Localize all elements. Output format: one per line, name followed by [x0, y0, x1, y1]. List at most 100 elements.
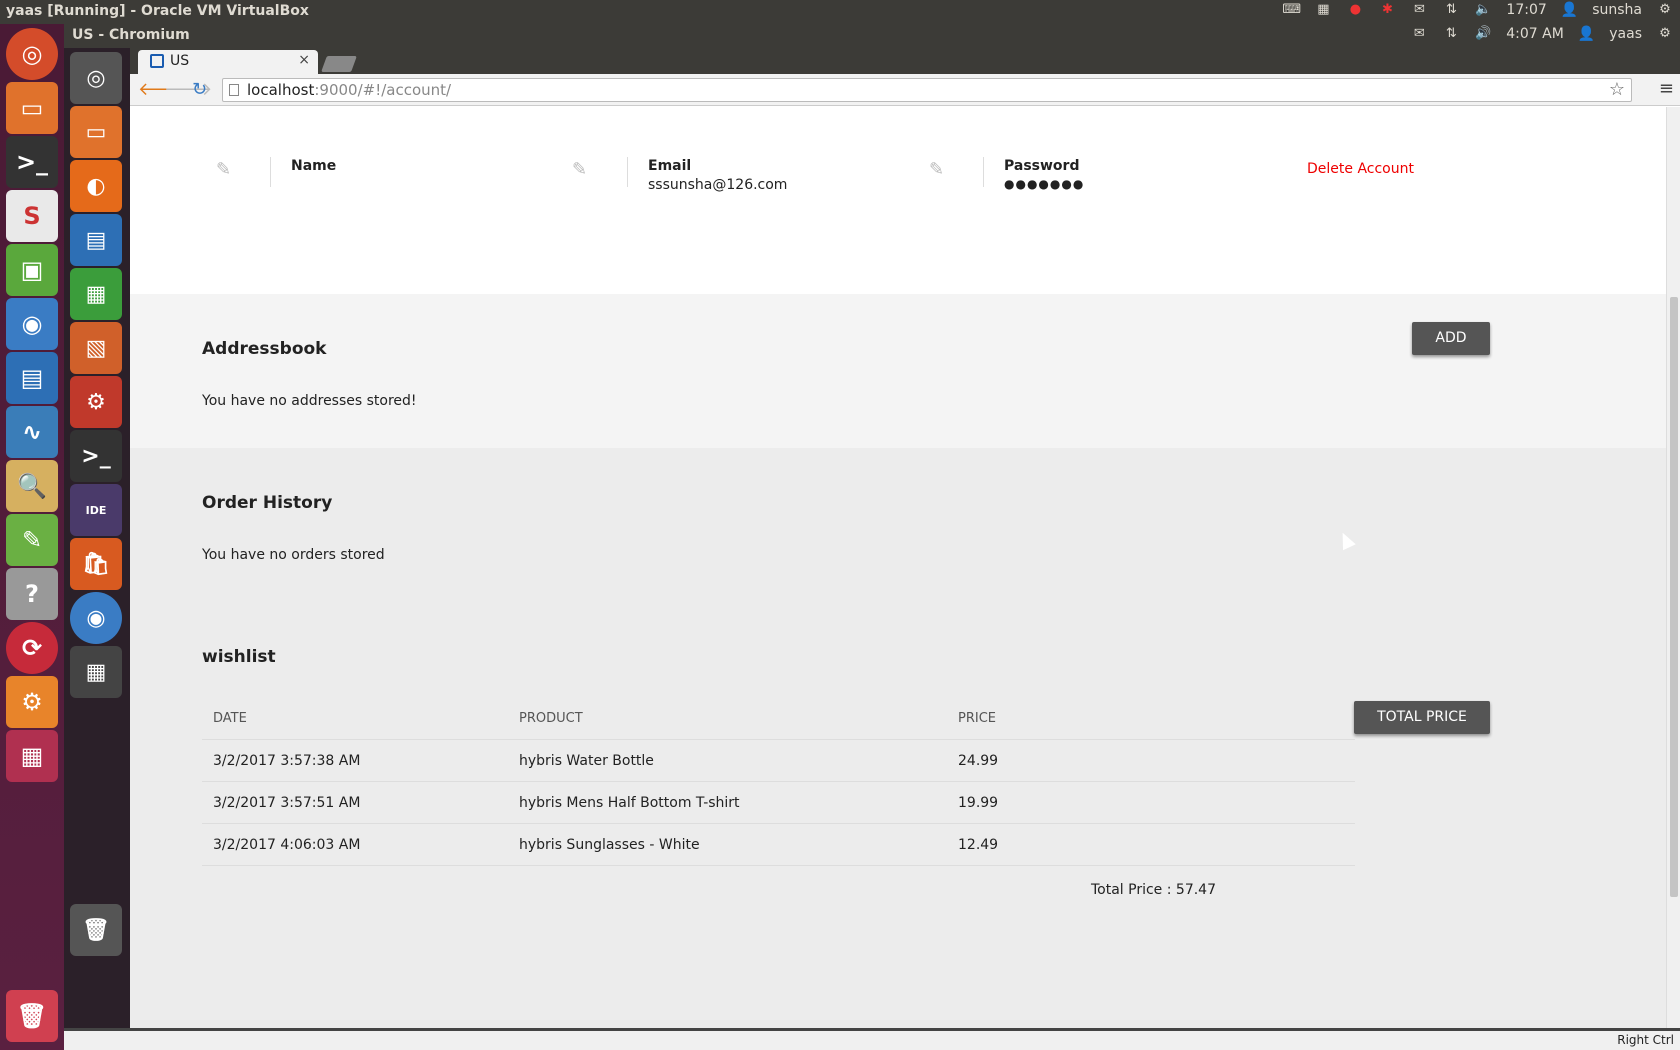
page-scrollbar[interactable]: [1666, 107, 1680, 1028]
guest-window-title: US - Chromium: [72, 27, 190, 43]
guest-terminal-icon[interactable]: >_: [70, 430, 122, 482]
edit-password-pencil-icon[interactable]: ✎: [929, 159, 951, 181]
trash-icon[interactable]: 🗑: [6, 990, 58, 1042]
wishlist-table: DATE PRODUCT PRICE 3/2/2017 3:57:38 AM h…: [202, 698, 1355, 866]
guest-workspace-switcher-icon[interactable]: ▦: [70, 646, 122, 698]
calc-icon[interactable]: ▦: [70, 268, 122, 320]
writer-icon[interactable]: ▤: [6, 352, 58, 404]
guest-launcher: ◎ ▭ ◐ ▤ ▦ ▧ ⚙ >_ IDE 🛍 ◉ ▦ 🗑: [64, 48, 130, 1050]
reload-icon[interactable]: ↻: [192, 79, 207, 100]
text-editor-icon[interactable]: ✎: [6, 514, 58, 566]
row-price: 19.99: [958, 795, 999, 811]
guest-volume-icon[interactable]: 🔊: [1474, 26, 1492, 42]
address-bar[interactable]: localhost:9000/#!/account/ ☆: [222, 78, 1632, 102]
table-row: 3/2/2017 4:06:03 AM hybris Sunglasses - …: [202, 824, 1355, 866]
add-address-button[interactable]: ADD: [1412, 322, 1490, 355]
edit-email-pencil-icon[interactable]: ✎: [572, 159, 594, 181]
bookmark-star-icon[interactable]: ☆: [1609, 79, 1625, 100]
url-text[interactable]: localhost:9000/#!/account/: [247, 81, 451, 99]
browser-toolbar: 🡐 🡒 ↻ localhost:9000/#!/account/ ☆ ≡: [130, 74, 1680, 106]
guest-dash-icon[interactable]: ◎: [70, 52, 122, 104]
guest-network-icon[interactable]: ⇅: [1442, 26, 1460, 42]
volume-muted-icon[interactable]: 🔈: [1474, 2, 1492, 18]
host-launcher: ◎ ▭ >_ S ▣ ◉ ▤ ∿ 🔍 ✎ ? ⟳ ⚙ ▦ 🗑: [0, 24, 64, 1050]
guest-trash-icon[interactable]: 🗑: [70, 904, 122, 956]
column-header-product: PRODUCT: [519, 711, 583, 726]
keyboard-icon[interactable]: ⌨: [1282, 2, 1301, 18]
impress-icon[interactable]: ▧: [70, 322, 122, 374]
delete-account-link[interactable]: Delete Account: [1307, 161, 1414, 177]
files-icon[interactable]: ▭: [6, 82, 58, 134]
remote-desktop-icon[interactable]: ▣: [6, 244, 58, 296]
email-label: Email: [648, 158, 692, 174]
host-tray: ⌨ ▦ ● ✱ ✉ ⇅ 🔈 17:07 👤 sunsha ⚙: [1282, 2, 1674, 18]
row-date: 3/2/2017 3:57:51 AM: [213, 795, 361, 811]
guest-top-bar: US - Chromium ✉ ⇅ 🔊 4:07 AM 👤 yaas ⚙: [64, 24, 1680, 48]
divider: [627, 157, 628, 187]
account-info-section: ✎ Name ✎ Email sssunsha@126.com ✎ Passwo…: [130, 107, 1666, 294]
guest-files-icon[interactable]: ▭: [70, 106, 122, 158]
guest-settings-gear-icon[interactable]: ⚙: [1656, 26, 1674, 42]
order-history-title: Order History: [202, 493, 333, 513]
host-window-title: yaas [Running] - Oracle VM VirtualBox: [6, 3, 309, 19]
host-top-bar: yaas [Running] - Oracle VM VirtualBox ⌨ …: [0, 0, 1680, 24]
edit-name-pencil-icon[interactable]: ✎: [216, 159, 238, 181]
network-icon[interactable]: ⇅: [1442, 2, 1460, 18]
mail-icon[interactable]: ✉: [1410, 2, 1428, 18]
system-monitor-icon[interactable]: ∿: [6, 406, 58, 458]
divider: [983, 157, 984, 187]
guest-screen: US - Chromium ✉ ⇅ 🔊 4:07 AM 👤 yaas ⚙ ◎ ▭…: [64, 24, 1680, 1050]
bug-icon[interactable]: ✱: [1378, 2, 1396, 18]
ubuntu-dash-icon[interactable]: ◎: [6, 28, 58, 80]
row-product: hybris Sunglasses - White: [519, 837, 700, 853]
firefox-icon[interactable]: ◐: [70, 160, 122, 212]
java-ee-ide-icon[interactable]: IDE: [70, 484, 122, 536]
divider: [270, 157, 271, 187]
system-settings-icon[interactable]: ⚙: [6, 676, 58, 728]
host-user-name[interactable]: sunsha: [1592, 2, 1642, 18]
terminal-icon[interactable]: >_: [6, 136, 58, 188]
tab-title: US: [170, 53, 190, 69]
tab-strip: US ×: [130, 48, 1680, 74]
guest-user-name[interactable]: yaas: [1609, 26, 1642, 42]
table-row: 3/2/2017 3:57:51 AM hybris Mens Half Bot…: [202, 782, 1355, 824]
chromium-window: US × 🡐 🡒 ↻ localhost:9000/#!/account/ ☆ …: [130, 48, 1680, 1028]
guest-system-settings-icon[interactable]: ⚙: [70, 376, 122, 428]
addressbook-title: Addressbook: [202, 339, 327, 359]
addressbook-section: Addressbook You have no addresses stored…: [130, 294, 1666, 448]
software-center-icon[interactable]: 🛍: [70, 538, 122, 590]
total-price-button[interactable]: TOTAL PRICE: [1354, 701, 1490, 734]
order-history-empty-text: You have no orders stored: [202, 547, 385, 563]
guest-chromium-icon[interactable]: ◉: [70, 592, 122, 644]
virtualbox-status-bar: Right Ctrl: [64, 1028, 1680, 1050]
wishlist-title: wishlist: [202, 647, 276, 667]
settings-gear-icon[interactable]: ⚙: [1656, 2, 1674, 18]
password-value: ●●●●●●●: [1004, 177, 1085, 191]
row-price: 24.99: [958, 753, 999, 769]
image-viewer-icon[interactable]: 🔍: [6, 460, 58, 512]
row-product: hybris Water Bottle: [519, 753, 654, 769]
slack-icon[interactable]: S: [6, 190, 58, 242]
update-icon[interactable]: ⟳: [6, 622, 58, 674]
tab-us[interactable]: US ×: [138, 50, 318, 74]
menu-icon[interactable]: ≡: [1659, 78, 1674, 99]
workspace-switcher-icon[interactable]: ▦: [6, 730, 58, 782]
guest-mail-icon[interactable]: ✉: [1410, 26, 1428, 42]
row-product: hybris Mens Half Bottom T-shirt: [519, 795, 740, 811]
help-icon[interactable]: ?: [6, 568, 58, 620]
alert-icon[interactable]: ●: [1346, 2, 1364, 18]
column-header-price: PRICE: [958, 711, 996, 726]
network-manager-icon[interactable]: ▦: [1314, 2, 1332, 18]
host-clock[interactable]: 17:07: [1506, 2, 1546, 18]
new-tab-button[interactable]: [321, 56, 357, 72]
table-header-row: DATE PRODUCT PRICE: [202, 698, 1355, 740]
scrollbar-thumb[interactable]: [1670, 297, 1678, 897]
name-label: Name: [291, 158, 337, 174]
guest-clock[interactable]: 4:07 AM: [1506, 26, 1564, 42]
password-label: Password: [1004, 158, 1080, 174]
tab-close-icon[interactable]: ×: [298, 52, 310, 68]
host-key-label: Right Ctrl: [1617, 1033, 1674, 1047]
table-row: 3/2/2017 3:57:38 AM hybris Water Bottle …: [202, 740, 1355, 782]
guest-writer-icon[interactable]: ▤: [70, 214, 122, 266]
chromium-icon[interactable]: ◉: [6, 298, 58, 350]
